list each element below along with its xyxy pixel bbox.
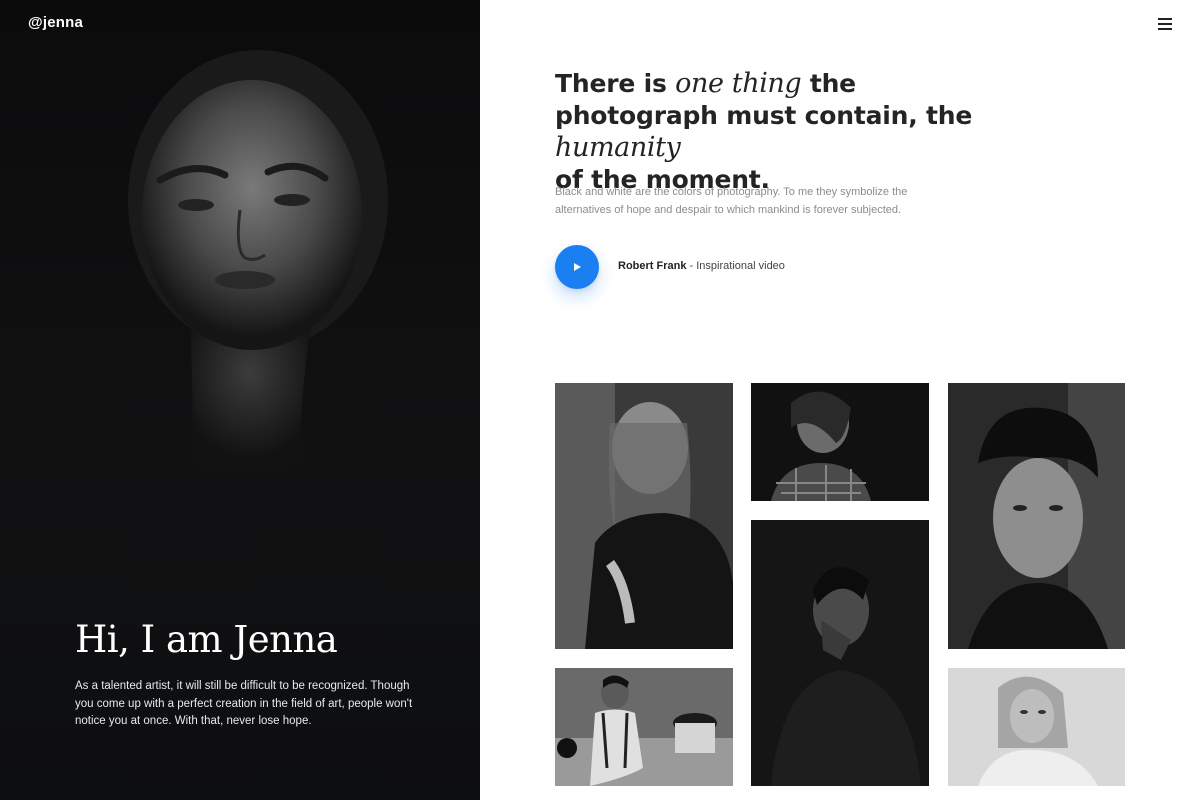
man-suspenders-sitting-photo[interactable] xyxy=(555,668,733,786)
quote-emphasis-2: humanity xyxy=(555,132,681,163)
young-man-curly-hair-photo[interactable] xyxy=(948,383,1125,649)
video-author: Robert Frank xyxy=(618,260,687,272)
quote-emphasis-1: one thing xyxy=(675,68,802,99)
woman-blonde-photo[interactable] xyxy=(948,668,1125,786)
woman-plaid-shirt-photo[interactable] xyxy=(751,383,929,501)
hamburger-menu-icon[interactable] xyxy=(1158,18,1172,30)
hero-title: Hi, I am Jenna xyxy=(75,618,338,661)
play-icon xyxy=(574,263,581,271)
quote-heading: There is one thing the photograph must c… xyxy=(555,68,1025,196)
video-separator: - xyxy=(686,260,697,272)
video-label: Inspirational video xyxy=(696,260,785,272)
quote-text-1: There is xyxy=(555,69,676,98)
woman-long-hair-photo[interactable] xyxy=(555,383,733,649)
hero-panel: @jenna Hi, I am Jenna As a talented arti… xyxy=(0,0,480,800)
man-profile-dark-photo[interactable] xyxy=(751,520,929,786)
video-caption[interactable]: Robert Frank - Inspirational video xyxy=(618,260,785,272)
hero-portrait xyxy=(128,50,388,473)
quote-description: Black and white are the colors of photog… xyxy=(555,186,908,216)
brand-logo[interactable]: @jenna xyxy=(28,14,83,31)
hero-description: As a talented artist, it will still be d… xyxy=(75,680,413,727)
play-video-button[interactable] xyxy=(555,245,599,289)
